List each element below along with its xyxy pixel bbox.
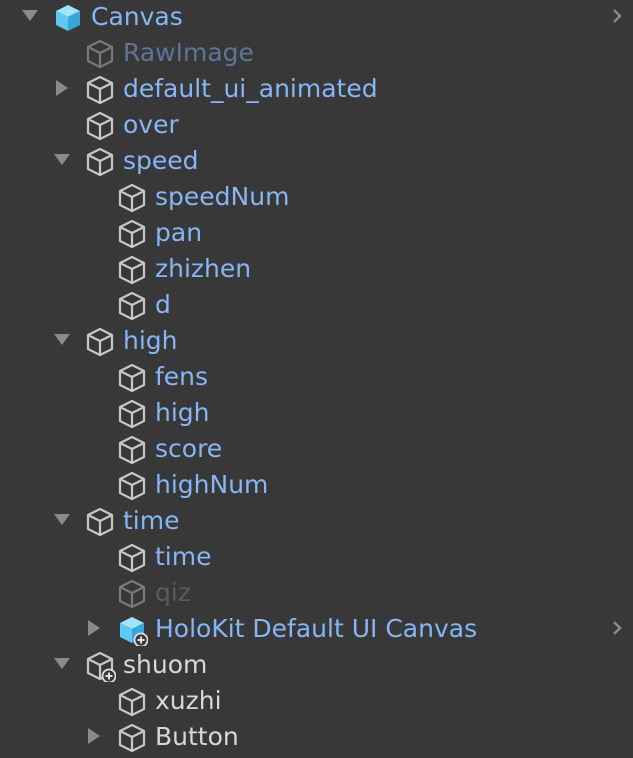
- cube-outline-icon: [116, 362, 148, 394]
- hierarchy-item-highnum[interactable]: highNum: [0, 468, 633, 504]
- cube-outline-icon: [84, 38, 116, 70]
- hierarchy-item-label: zhizhen: [155, 254, 252, 283]
- prefab-added-icon: [116, 614, 149, 648]
- hierarchy-item-label: Canvas: [91, 2, 183, 31]
- hierarchy-item-speednum[interactable]: speedNum: [0, 180, 633, 216]
- hierarchy-item-label: time: [123, 506, 180, 535]
- hierarchy-item-speed[interactable]: speed: [0, 144, 633, 180]
- cube-outline-icon: [84, 506, 116, 538]
- cube-outline-icon: [116, 218, 148, 250]
- hierarchy-item-label: default_ui_animated: [123, 74, 378, 103]
- hierarchy-item-label: speed: [123, 146, 199, 175]
- expand-arrow-right-icon[interactable]: [56, 80, 68, 96]
- cube-outline-icon: [84, 146, 116, 178]
- cube-outline-icon: [116, 542, 148, 574]
- hierarchy-item-qiz[interactable]: qiz: [0, 576, 633, 612]
- hierarchy-item-label: speedNum: [155, 182, 290, 211]
- cube-outline-icon: [84, 110, 116, 142]
- chevron-right-icon[interactable]: [611, 4, 623, 28]
- hierarchy-item-label: over: [123, 110, 179, 139]
- hierarchy-item-label: shuom: [123, 650, 208, 679]
- hierarchy-item-time[interactable]: time: [0, 504, 633, 540]
- hierarchy-item-score[interactable]: score: [0, 432, 633, 468]
- cube-outline-icon: [116, 686, 148, 718]
- cube-outline-icon: [116, 398, 148, 430]
- expand-arrow-right-icon[interactable]: [88, 620, 100, 636]
- cube-outline-icon: [116, 470, 148, 502]
- expand-arrow-down-icon[interactable]: [22, 10, 38, 21]
- cube-outline-icon: [116, 434, 148, 466]
- hierarchy-panel: Canvas RawImage default_ui_animated over…: [0, 0, 633, 753]
- hierarchy-item-label: score: [155, 434, 223, 463]
- hierarchy-item-shuom[interactable]: shuom: [0, 648, 633, 684]
- expand-arrow-down-icon[interactable]: [54, 514, 70, 525]
- hierarchy-item-high[interactable]: high: [0, 324, 633, 360]
- hierarchy-item-button[interactable]: Button: [0, 720, 633, 756]
- hierarchy-item-label: xuzhi: [155, 686, 222, 715]
- hierarchy-item-default-ui-animated[interactable]: default_ui_animated: [0, 72, 633, 108]
- hierarchy-item-pan[interactable]: pan: [0, 216, 633, 252]
- hierarchy-item-label: d: [155, 290, 171, 319]
- cube-outline-icon: [116, 722, 148, 754]
- hierarchy-item-label: RawImage: [123, 38, 254, 67]
- cube-outline-icon: [84, 326, 116, 358]
- chevron-right-icon[interactable]: [611, 616, 623, 640]
- expand-arrow-down-icon[interactable]: [54, 334, 70, 345]
- cube-outline-icon: [116, 290, 148, 322]
- expand-arrow-right-icon[interactable]: [88, 728, 100, 744]
- hierarchy-item-label: Button: [155, 722, 239, 751]
- expand-arrow-down-icon[interactable]: [54, 154, 70, 165]
- hierarchy-item-label: high: [155, 398, 210, 427]
- hierarchy-item-over[interactable]: over: [0, 108, 633, 144]
- hierarchy-item-canvas[interactable]: Canvas: [0, 0, 633, 36]
- hierarchy-item-label: highNum: [155, 470, 269, 499]
- hierarchy-item-time[interactable]: time: [0, 540, 633, 576]
- cube-outline-icon: [116, 182, 148, 214]
- prefab-cube-icon: [52, 2, 84, 34]
- cube-outline-icon: [84, 74, 116, 106]
- hierarchy-item-d[interactable]: d: [0, 288, 633, 324]
- hierarchy-item-label: pan: [155, 218, 203, 247]
- hierarchy-item-zhizhen[interactable]: zhizhen: [0, 252, 633, 288]
- hierarchy-item-fens[interactable]: fens: [0, 360, 633, 396]
- hierarchy-item-label: fens: [155, 362, 209, 391]
- hierarchy-item-holokit-default-ui-canvas[interactable]: HoloKit Default UI Canvas: [0, 612, 633, 648]
- hierarchy-item-rawimage[interactable]: RawImage: [0, 36, 633, 72]
- hierarchy-item-high[interactable]: high: [0, 396, 633, 432]
- hierarchy-item-label: time: [155, 542, 212, 571]
- hierarchy-item-xuzhi[interactable]: xuzhi: [0, 684, 633, 720]
- hierarchy-item-label: qiz: [155, 578, 191, 607]
- expand-arrow-down-icon[interactable]: [54, 658, 70, 669]
- cube-outline-icon: [116, 578, 148, 610]
- hierarchy-item-label: HoloKit Default UI Canvas: [155, 614, 478, 643]
- hierarchy-item-label: high: [123, 326, 178, 355]
- cube-added-icon: [84, 650, 117, 684]
- cube-outline-icon: [116, 254, 148, 286]
